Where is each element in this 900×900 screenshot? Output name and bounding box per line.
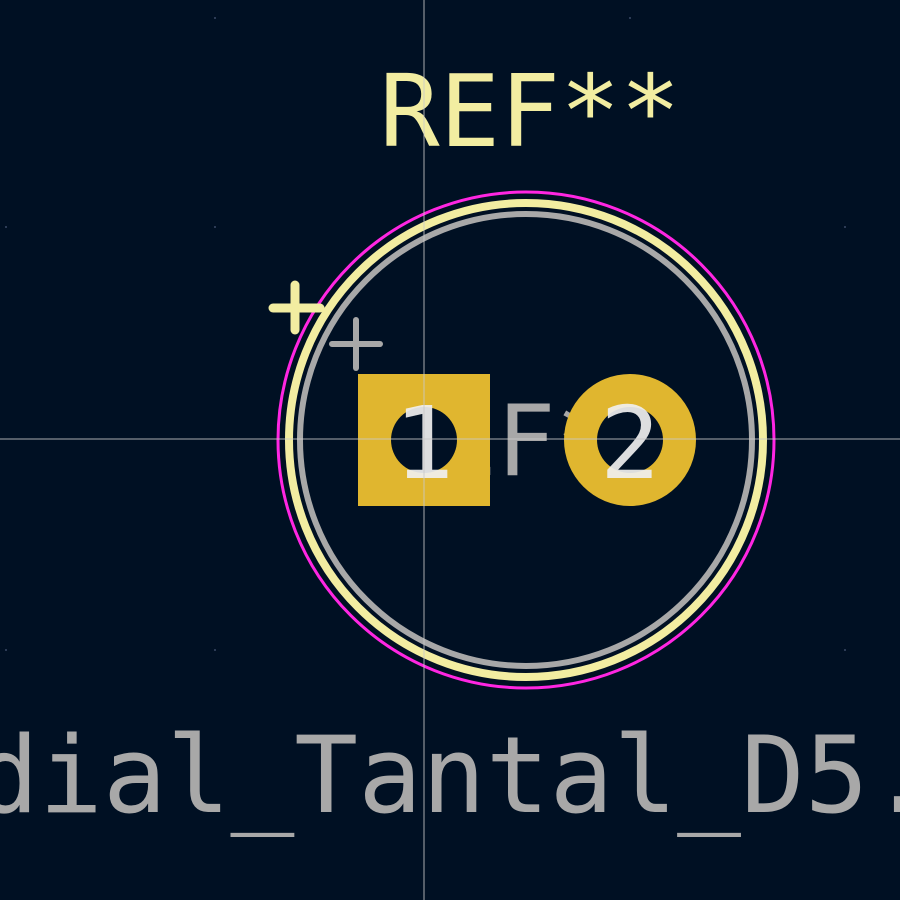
silkscreen-reference-text: REF** xyxy=(379,53,680,170)
pcb-footprint-canvas[interactable]: REF** 1 2 REF** CP_Radial_Tantal_D5.5mm xyxy=(0,0,900,900)
pad-2[interactable]: 2 xyxy=(564,374,696,506)
pad-2-number: 2 xyxy=(600,385,660,502)
footprint-value-text: CP_Radial_Tantal_D5.5mm xyxy=(0,714,900,837)
